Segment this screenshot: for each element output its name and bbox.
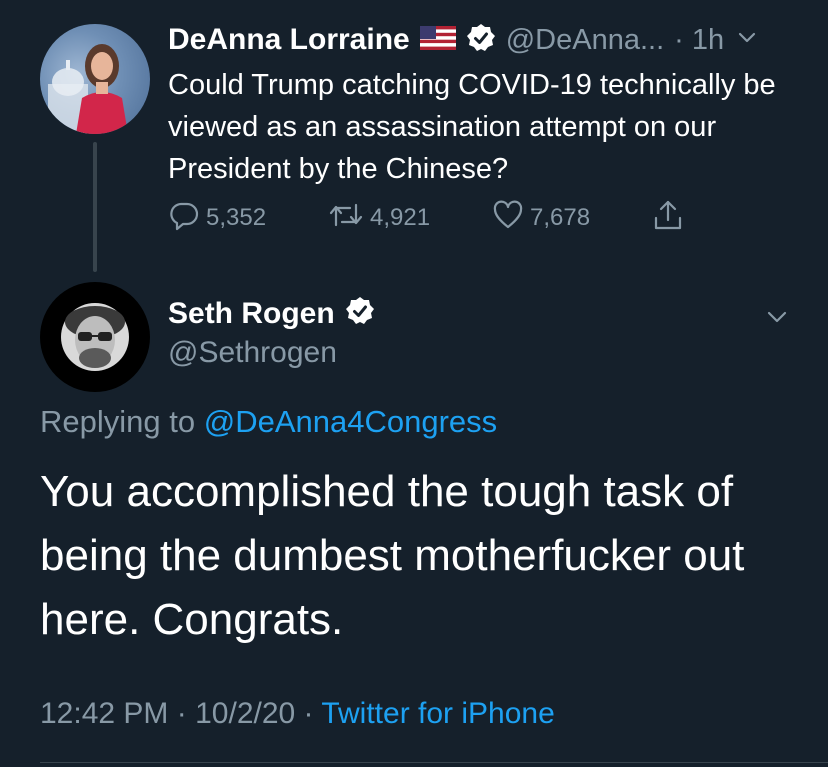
tweet-source-link[interactable]: Twitter for iPhone: [321, 697, 554, 730]
chevron-down-icon[interactable]: [734, 25, 760, 56]
verified-badge-icon: [466, 23, 496, 58]
avatar-deanna[interactable]: [40, 24, 150, 134]
retweet-button[interactable]: 4,921: [328, 199, 492, 238]
tweet-date: 10/2/20: [195, 697, 296, 730]
meta-separator: ·: [176, 697, 187, 730]
tweet-meta: 12:42 PM · 10/2/20 · Twitter for iPhone: [40, 697, 555, 731]
replying-to-line: Replying to @DeAnna4Congress: [40, 404, 497, 440]
parent-tweet-text: Could Trump catching COVID-19 technicall…: [168, 69, 776, 185]
retweet-icon: [328, 199, 364, 238]
tweet-time: · 1h: [674, 23, 725, 56]
reply-icon: [168, 199, 200, 238]
avatar-image: [61, 303, 129, 371]
avatar-image: [48, 44, 128, 134]
avatar-seth[interactable]: [40, 282, 150, 392]
like-count: 7,678: [530, 204, 591, 231]
meta-separator: ·: [303, 697, 314, 730]
chevron-down-icon[interactable]: [762, 302, 792, 337]
author-name[interactable]: DeAnna Lorraine: [168, 23, 410, 57]
like-button[interactable]: 7,678: [492, 199, 652, 238]
thread-connector-line: [93, 142, 97, 272]
reply-button[interactable]: 5,352: [168, 199, 328, 238]
replying-to-mention[interactable]: @DeAnna4Congress: [204, 404, 497, 439]
share-icon: [652, 198, 684, 239]
author-handle[interactable]: @DeAnna...: [506, 24, 664, 57]
tweet-time: 12:42 PM: [40, 697, 169, 730]
reply-tweet-text: You accomplished the tough task of being…: [40, 467, 745, 644]
author-handle[interactable]: @Sethrogen: [168, 336, 337, 370]
share-button[interactable]: [652, 198, 684, 239]
reply-count: 5,352: [206, 204, 267, 231]
divider: [40, 762, 828, 763]
retweet-count: 4,921: [370, 204, 431, 231]
parent-tweet-header: DeAnna Lorraine @DeAnna... · 1h: [168, 20, 760, 60]
reply-tweet-header: Seth Rogen: [168, 296, 375, 331]
verified-badge-icon: [345, 296, 375, 331]
replying-prefix: Replying to: [40, 404, 196, 439]
parent-tweet-actions: 5,352 4,921 7,678: [168, 198, 684, 238]
us-flag-icon: [419, 25, 456, 55]
heart-icon: [492, 199, 524, 238]
author-name[interactable]: Seth Rogen: [168, 297, 335, 331]
